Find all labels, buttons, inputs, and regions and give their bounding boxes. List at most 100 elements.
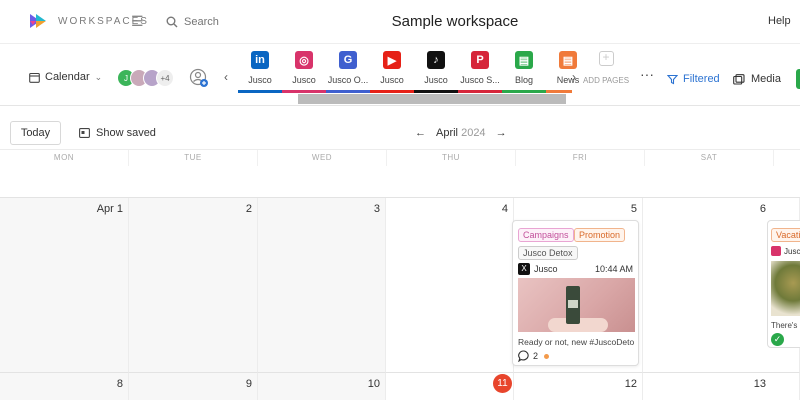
page-tab-underline xyxy=(238,90,282,93)
page-tab[interactable]: P Jusco S... xyxy=(458,44,502,94)
day-number: 9 xyxy=(245,378,252,390)
weekday-label: FRI xyxy=(516,150,645,166)
page-tab-label: Blog xyxy=(514,75,533,85)
day-number: 13 xyxy=(753,378,766,390)
create-post-button[interactable] xyxy=(796,69,800,89)
filter-icon xyxy=(667,74,678,84)
show-saved-label: Show saved xyxy=(96,127,156,139)
view-selector-label: Calendar xyxy=(45,71,90,83)
previous-month-icon[interactable]: ← xyxy=(415,127,426,139)
page-tab-label: Jusco xyxy=(380,75,404,85)
day-number: 2 xyxy=(245,203,252,215)
top-bar: WORKSPACES ☰ Sample workspace Help xyxy=(0,0,800,44)
day-number: 3 xyxy=(373,203,380,215)
weekday-label: WED xyxy=(258,150,387,166)
current-month[interactable]: April 2024 xyxy=(436,127,486,139)
help-link[interactable]: Help xyxy=(768,15,791,27)
post-tag[interactable]: Campaigns xyxy=(518,228,574,242)
page-tab-label: Jusco xyxy=(424,75,448,85)
day-number: 12 xyxy=(624,378,637,390)
calendar-day-cell[interactable]: 13 xyxy=(643,373,800,400)
year-label: 2024 xyxy=(461,127,486,139)
more-options-icon[interactable]: ··· xyxy=(640,66,654,82)
instagram-icon xyxy=(771,246,781,256)
post-image[interactable] xyxy=(771,261,800,316)
add-pages-label: ADD PAGES xyxy=(582,76,630,85)
media-button[interactable]: Media xyxy=(733,73,781,85)
page-tab[interactable]: ◎ Jusco xyxy=(282,44,326,94)
page-tab[interactable]: ♪ Jusco xyxy=(414,44,458,94)
calendar-day-cell[interactable]: 3 xyxy=(258,198,386,373)
day-number: 5 xyxy=(630,203,637,215)
show-saved-toggle[interactable]: Show saved xyxy=(79,127,156,139)
google-icon: G xyxy=(339,51,357,69)
calendar-day-cell[interactable]: 12 xyxy=(514,373,643,400)
pages-scroll-right-icon[interactable]: › xyxy=(572,70,576,84)
status-dot xyxy=(544,353,550,359)
post-tag[interactable]: Jusco Detox xyxy=(518,246,578,260)
post-account: X Jusco xyxy=(518,263,558,275)
calendar-day-cell[interactable]: Apr 1 xyxy=(0,198,129,373)
add-user-icon[interactable] xyxy=(189,68,209,88)
today-date-marker[interactable]: 11 xyxy=(493,374,512,393)
post-caption: There's xyxy=(771,321,798,330)
comment-count: 2 xyxy=(533,351,539,361)
calendar-day-cell[interactable]: 2 xyxy=(129,198,258,373)
calendar-day-cell[interactable]: 8 xyxy=(0,373,129,400)
month-label: April xyxy=(436,127,459,139)
post-tag[interactable]: Vacation xyxy=(771,228,800,242)
pinterest-icon: P xyxy=(471,51,489,69)
youtube-icon: ▶ xyxy=(383,51,401,69)
avatar-more-count[interactable]: +4 xyxy=(156,69,174,87)
next-month-icon[interactable]: → xyxy=(496,127,507,139)
plus-icon: + xyxy=(598,51,614,66)
weekday-label: MON xyxy=(0,150,129,166)
day-number: 4 xyxy=(501,203,508,215)
view-selector[interactable]: Calendar ⌄ xyxy=(29,71,102,83)
calendar-day-cell[interactable]: 9 xyxy=(129,373,258,400)
page-tab[interactable]: in Jusco xyxy=(238,44,282,94)
page-tab-underline xyxy=(326,90,370,93)
workspace-title: Sample workspace xyxy=(391,13,519,30)
pages-scrollbar[interactable] xyxy=(298,94,566,104)
today-button[interactable]: Today xyxy=(10,121,61,145)
calendar-day-cell[interactable]: 4 xyxy=(386,198,514,373)
instagram-icon: ◎ xyxy=(295,51,313,69)
post-caption: Ready or not, new #JuscoDeto... xyxy=(518,337,635,347)
post-tag[interactable]: Promotion xyxy=(574,228,626,242)
day-number: 8 xyxy=(116,378,123,390)
filter-label: Filtered xyxy=(683,73,720,85)
page-tab-label: Jusco xyxy=(292,75,316,85)
calendar-day-cell[interactable]: 10 xyxy=(258,373,386,400)
chevron-down-icon: ⌄ xyxy=(94,71,103,82)
day-number: 6 xyxy=(759,203,766,215)
day-number: Apr 1 xyxy=(96,203,123,215)
post-account-name: Jusco xyxy=(784,246,800,256)
page-tab[interactable]: ▶ Jusco xyxy=(370,44,414,94)
post-card[interactable]: Vacation Jusco There's ✓ xyxy=(767,220,800,348)
post-card[interactable]: Campaigns Promotion Jusco Detox X Jusco … xyxy=(512,220,639,366)
page-tab-label: Jusco xyxy=(248,75,272,85)
post-account-name: Jusco xyxy=(534,264,558,274)
page-tab-underline xyxy=(282,90,326,93)
pages-scroll-left-icon[interactable]: ‹ xyxy=(224,70,228,84)
news-icon: ▤ xyxy=(559,51,577,69)
blog-icon: ▤ xyxy=(515,51,533,69)
day-number: 10 xyxy=(367,378,380,390)
page-tab-underline xyxy=(458,90,502,93)
page-tab-underline xyxy=(546,90,572,93)
weekday-header: MON TUE WED THU FRI SAT xyxy=(0,150,800,166)
weekday-label: TUE xyxy=(129,150,258,166)
weekday-label: THU xyxy=(387,150,516,166)
page-tab-label: Jusco O... xyxy=(327,75,369,85)
approved-check-icon: ✓ xyxy=(771,333,784,346)
page-tab[interactable]: ▤ Blog xyxy=(502,44,546,94)
calendar-icon xyxy=(29,72,40,83)
add-pages-button[interactable]: + ADD PAGES xyxy=(580,51,632,85)
post-image[interactable] xyxy=(518,278,635,332)
filter-button[interactable]: Filtered xyxy=(667,73,720,85)
page-tab[interactable]: G Jusco O... xyxy=(326,44,370,94)
x-twitter-icon: X xyxy=(518,263,530,275)
comment-icon[interactable] xyxy=(518,350,530,362)
team-avatars[interactable]: J +4 xyxy=(117,69,174,87)
